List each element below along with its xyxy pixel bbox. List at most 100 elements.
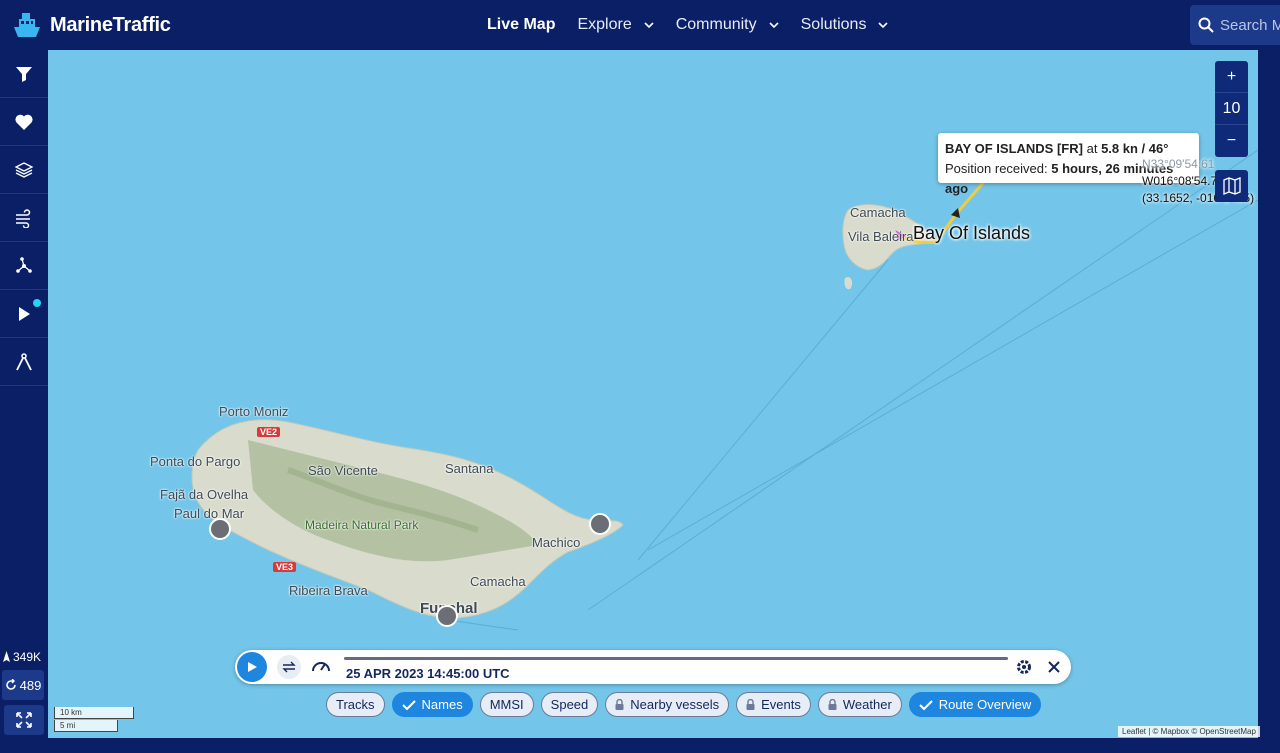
network-icon xyxy=(16,256,32,273)
zoom-out-button[interactable]: − xyxy=(1215,125,1248,157)
lock-icon xyxy=(746,699,755,710)
chip-names[interactable]: Names xyxy=(391,692,473,717)
port-poi-icon[interactable] xyxy=(209,518,231,540)
left-toolbar: 349K 489 xyxy=(0,50,48,753)
timeline-slider[interactable] xyxy=(344,657,1008,660)
refresh-counter[interactable]: 489 xyxy=(2,670,44,700)
chip-label: Names xyxy=(421,697,463,712)
nav-solutions[interactable]: Solutions xyxy=(801,16,889,34)
chevron-down-icon xyxy=(769,22,779,29)
vessel-name-label[interactable]: Bay Of Islands xyxy=(913,223,1030,244)
search-input[interactable] xyxy=(1220,16,1280,34)
place-label: Ponta do Pargo xyxy=(150,454,241,469)
scale-mi: 5 mi xyxy=(54,720,118,732)
place-label: Camacha xyxy=(470,574,526,589)
brand-name: MarineTraffic xyxy=(50,13,171,36)
nav-community[interactable]: Community xyxy=(676,16,779,34)
playback-button[interactable] xyxy=(0,290,48,338)
bottom-strip xyxy=(0,738,1280,753)
tooltip-position-label: Position received: xyxy=(945,161,1048,176)
search-box[interactable] xyxy=(1190,5,1280,45)
fullscreen-icon xyxy=(16,712,32,728)
chip-events[interactable]: Events xyxy=(736,692,811,717)
tooltip-vessel-name: BAY OF ISLANDS [FR] xyxy=(945,141,1083,156)
measure-button[interactable] xyxy=(0,338,48,386)
network-button[interactable] xyxy=(0,242,48,290)
place-label: São Vicente xyxy=(308,463,378,478)
ship-icon xyxy=(3,651,10,662)
map-attribution[interactable]: Leaflet | © Mapbox © OpenStreetMap xyxy=(1118,726,1260,737)
check-icon xyxy=(401,699,416,711)
close-icon xyxy=(1048,661,1060,673)
chip-label: MMSI xyxy=(489,697,524,712)
vessel-count-value: 349K xyxy=(13,650,42,664)
place-label: Machico xyxy=(532,535,581,550)
swap-arrows-icon xyxy=(282,661,296,673)
filter-button[interactable] xyxy=(0,50,48,98)
chevron-down-icon xyxy=(644,22,654,29)
place-label: Paul do Mar xyxy=(174,506,245,521)
refresh-icon xyxy=(5,679,16,690)
chip-label: Events xyxy=(761,697,801,712)
chip-label: Weather xyxy=(842,697,892,712)
playback-speed-button[interactable] xyxy=(309,655,333,679)
port-poi-icon[interactable] xyxy=(436,605,458,627)
scale-km: 10 km xyxy=(54,707,134,719)
play-button[interactable] xyxy=(237,652,267,682)
vessel-count: 349K xyxy=(2,650,41,664)
playback-timestamp: 25 APR 2023 14:45:00 UTC xyxy=(346,666,510,681)
main-nav: Live Map Explore Community Solutions xyxy=(487,0,910,50)
place-label: Ribeira Brava xyxy=(289,583,368,598)
play-icon xyxy=(248,662,257,672)
filter-icon xyxy=(16,66,32,82)
chip-nearby-vessels[interactable]: Nearby vessels xyxy=(605,692,730,717)
chip-mmsi[interactable]: MMSI xyxy=(479,692,534,717)
fullscreen-button[interactable] xyxy=(4,705,44,735)
settings-button[interactable] xyxy=(1013,656,1035,678)
port-poi-icon[interactable] xyxy=(589,513,611,535)
speedometer-icon xyxy=(312,662,330,672)
favorites-button[interactable] xyxy=(0,98,48,146)
zoom-control: + 10 − xyxy=(1215,61,1248,157)
place-label: Camacha xyxy=(850,205,906,220)
heart-icon xyxy=(15,114,33,130)
weather-button[interactable] xyxy=(0,194,48,242)
measure-icon xyxy=(16,352,32,370)
tooltip-speed-course: 5.8 kn / 46° xyxy=(1101,141,1169,156)
gear-icon xyxy=(1017,660,1031,674)
refresh-count-value: 489 xyxy=(19,677,42,693)
place-label: Fajã da Ovelha xyxy=(160,487,249,502)
layers-button[interactable] xyxy=(0,146,48,194)
chip-label: Route Overview xyxy=(938,697,1032,712)
playback-bar: 25 APR 2023 14:45:00 UTC xyxy=(235,650,1071,684)
chip-route-overview[interactable]: Route Overview xyxy=(908,692,1042,717)
brand-logo[interactable]: MarineTraffic xyxy=(10,8,171,42)
lock-icon xyxy=(828,699,837,710)
wind-icon xyxy=(16,208,31,228)
map-scale: 10 km 5 mi xyxy=(54,707,134,733)
search-icon xyxy=(1198,17,1214,33)
nav-explore[interactable]: Explore xyxy=(577,16,654,34)
map-canvas[interactable]: Porto Moniz Ponta do Pargo São Vicente S… xyxy=(48,50,1258,738)
chip-speed[interactable]: Speed xyxy=(540,692,599,717)
layers-icon xyxy=(14,161,34,178)
place-label: Vila Baleira xyxy=(848,229,914,244)
road-badge: VE3 xyxy=(273,562,297,572)
map-type-button[interactable] xyxy=(1215,170,1248,202)
place-label: Porto Moniz xyxy=(219,404,289,419)
top-bar: MarineTraffic Live Map Explore Community… xyxy=(0,0,1280,50)
chip-label: Speed xyxy=(550,697,589,712)
chip-weather[interactable]: Weather xyxy=(817,692,902,717)
nav-explore-label: Explore xyxy=(577,16,632,33)
loop-button[interactable] xyxy=(277,655,301,679)
tooltip-at: at xyxy=(1086,141,1098,156)
nav-live-map[interactable]: Live Map xyxy=(487,16,555,34)
park-label: Madeira Natural Park xyxy=(305,518,419,532)
nav-live-map-label: Live Map xyxy=(487,16,556,33)
chevron-down-icon xyxy=(878,22,889,29)
chip-tracks[interactable]: Tracks xyxy=(326,692,385,717)
play-icon xyxy=(19,306,30,321)
close-button[interactable] xyxy=(1043,656,1065,678)
ship-logo-icon xyxy=(14,13,40,37)
zoom-in-button[interactable]: + xyxy=(1215,61,1248,93)
